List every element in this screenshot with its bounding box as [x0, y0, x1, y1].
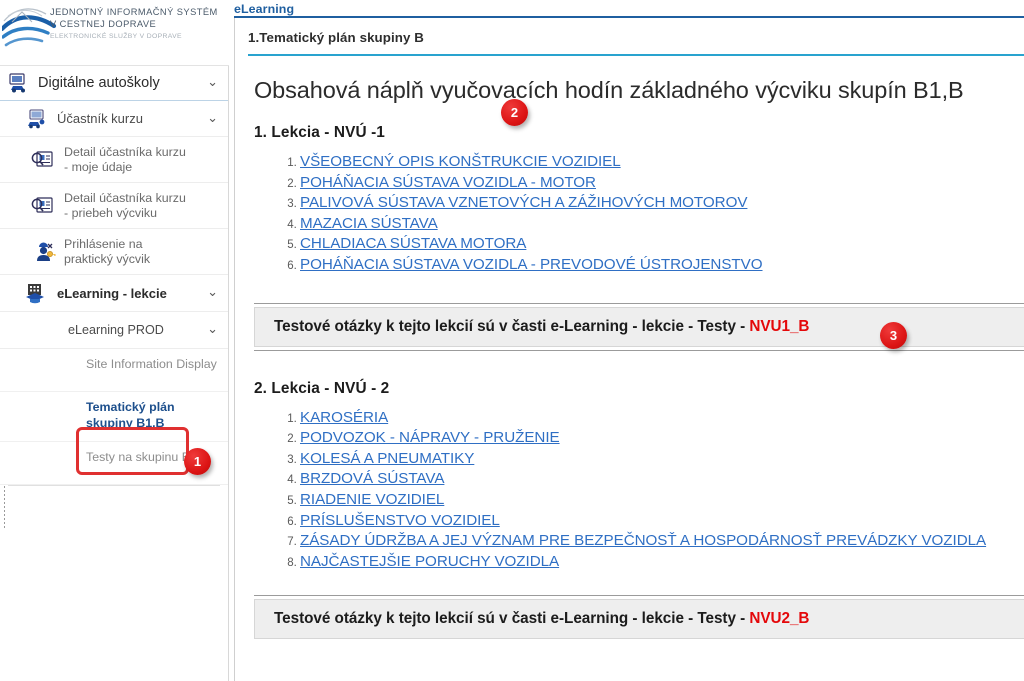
- lesson-link[interactable]: CHLADIACA SÚSTAVA MOTORA: [300, 235, 526, 252]
- lesson-link[interactable]: POHÁŇACIA SÚSTAVA VOZIDLA - MOTOR: [300, 174, 596, 191]
- test-info-text: Testové otázky k tejto lekcií sú v časti…: [274, 317, 750, 335]
- list-item: RIADENIE VOZIDIEL: [300, 491, 1024, 512]
- sidebar-divider: [8, 485, 220, 486]
- page-title: 1.Tematický plán skupiny B: [248, 30, 425, 45]
- annotation-badge-3: 3: [880, 322, 907, 349]
- list-item: MAZACIA SÚSTAVA: [300, 215, 1024, 236]
- content-panel: 1.Tematický plán skupiny B Obsahová nápl…: [234, 18, 1024, 681]
- chevron-down-icon[interactable]: ⌄: [207, 75, 218, 88]
- worker-key-icon: [26, 241, 60, 263]
- chevron-down-icon[interactable]: ⌄: [207, 322, 218, 335]
- list-item: KOLESÁ A PNEUMATIKY: [300, 450, 1024, 471]
- lesson-link[interactable]: NAJČASTEJŠIE PORUCHY VOZIDLA: [300, 553, 559, 570]
- sidebar-item-detail-moje-udaje[interactable]: Detail účastníka kurzu - moje údaje: [0, 137, 228, 183]
- sidebar-item-label: Účastník kurzu: [57, 111, 143, 126]
- application-window: JEDNOTNÝ INFORMAČNÝ SYSTÉM V CESTNEJ DOP…: [0, 0, 1024, 681]
- sidebar-item-site-information-display[interactable]: Site Information Display: [0, 349, 228, 392]
- lesson-link-list: KAROSÉRIA PODVOZOK - NÁPRAVY - PRUŽENIE …: [254, 409, 1024, 574]
- sidebar-item-detail-priebeh-vycviku[interactable]: Detail účastníka kurzu - priebeh výcviku: [0, 183, 228, 229]
- test-info-bar: Testové otázky k tejto lekcií sú v časti…: [254, 306, 1024, 347]
- sidebar-item-ucastnik-kurzu[interactable]: Účastník kurzu ⌄: [0, 101, 228, 137]
- document-body: Obsahová náplň vyučovacích hodín základn…: [235, 77, 1024, 640]
- id-card-search-icon: [26, 195, 60, 217]
- sidebar-item-digitalne-autoskoly[interactable]: Digitálne autoškoly ⌄: [0, 66, 228, 101]
- sidebar-item-tematicky-plan-skupiny-b1b[interactable]: Tematický plán skupiny B1,B: [0, 392, 228, 442]
- lesson-link[interactable]: KAROSÉRIA: [300, 409, 388, 426]
- id-card-search-icon: [26, 149, 60, 171]
- list-item: KAROSÉRIA: [300, 409, 1024, 430]
- test-code: NVU2_B: [749, 610, 810, 628]
- sidebar-item-label: Detail účastníka kurzu - priebeh výcviku: [64, 190, 186, 220]
- sidebar: JEDNOTNÝ INFORMAČNÝ SYSTÉM V CESTNEJ DOP…: [0, 0, 229, 681]
- sidebar-item-label: Detail účastníka kurzu - moje údaje: [64, 144, 186, 174]
- tab-bar: eLearning: [229, 0, 1024, 18]
- divider: [254, 302, 1024, 304]
- list-item: POHÁŇACIA SÚSTAVA VOZIDLA - PREVODOVÉ ÚS…: [300, 256, 1024, 277]
- lesson-link[interactable]: BRZDOVÁ SÚSTAVA: [300, 470, 444, 487]
- sidebar-item-label: Tematický plán skupiny B1,B: [86, 400, 175, 430]
- logo-area: JEDNOTNÝ INFORMAČNÝ SYSTÉM V CESTNEJ DOP…: [0, 0, 229, 66]
- logo-line-3: ELEKTRONICKÉ SLUŽBY V DOPRAVE: [50, 33, 182, 40]
- sidebar-item-label: eLearning PROD: [68, 323, 164, 337]
- divider: [254, 349, 1024, 351]
- logo-line-1: JEDNOTNÝ INFORMAČNÝ SYSTÉM: [50, 7, 218, 17]
- sidebar-item-label: Prihlásenie na praktický výcvik: [64, 236, 151, 266]
- testbar-group: Testové otázky k tejto lekcií sú v časti…: [254, 302, 1024, 351]
- lesson-link[interactable]: VŠEOBECNÝ OPIS KONŠTRUKCIE VOZIDIEL: [300, 153, 621, 170]
- annotation-badge-1: 1: [184, 448, 211, 475]
- title-rule: [248, 54, 1024, 56]
- test-code: NVU1_B: [749, 317, 810, 335]
- chevron-down-icon[interactable]: ⌄: [207, 111, 218, 124]
- lesson-link[interactable]: POHÁŇACIA SÚSTAVA VOZIDLA - PREVODOVÉ ÚS…: [300, 256, 763, 273]
- sidebar-item-label: Digitálne autoškoly: [38, 75, 160, 91]
- lesson-link[interactable]: RIADENIE VOZIDIEL: [300, 491, 444, 508]
- logo-text: JEDNOTNÝ INFORMAČNÝ SYSTÉM V CESTNEJ DOP…: [50, 7, 218, 42]
- lesson-link[interactable]: PODVOZOK - NÁPRAVY - PRUŽENIE: [300, 429, 560, 446]
- chevron-down-icon[interactable]: ⌄: [207, 285, 218, 298]
- lesson-link[interactable]: ZÁSADY ÚDRŽBA A JEJ VÝZNAM PRE BEZPEČNOS…: [300, 532, 986, 549]
- logo-line-2: V CESTNEJ DOPRAVE: [50, 18, 157, 29]
- list-item: PALIVOVÁ SÚSTAVA VZNETOVÝCH A ZÁŽIHOVÝCH…: [300, 194, 1024, 215]
- list-item: PRÍSLUŠENSTVO VOZIDIEL: [300, 512, 1024, 533]
- lesson-link[interactable]: KOLESÁ A PNEUMATIKY: [300, 450, 474, 467]
- test-info-text: Testové otázky k tejto lekcií sú v časti…: [274, 610, 750, 628]
- list-item: PODVOZOK - NÁPRAVY - PRUŽENIE: [300, 429, 1024, 450]
- lesson-link[interactable]: PRÍSLUŠENSTVO VOZIDIEL: [300, 512, 500, 529]
- list-item: VŠEOBECNÝ OPIS KONŠTRUKCIE VOZIDIEL: [300, 153, 1024, 174]
- tab-elearning[interactable]: eLearning: [234, 1, 294, 16]
- car-monitor-icon: [4, 73, 34, 93]
- test-info-bar: Testové otázky k tejto lekcií sú v časti…: [254, 599, 1024, 640]
- computer-user-icon: [22, 108, 52, 129]
- annotation-badge-2: 2: [501, 99, 528, 126]
- list-item: POHÁŇACIA SÚSTAVA VOZIDLA - MOTOR: [300, 174, 1024, 195]
- section-heading: 1. Lekcia - NVÚ -1: [254, 124, 385, 141]
- testbar-group: Testové otázky k tejto lekcií sú v časti…: [254, 595, 1024, 640]
- lesson-link[interactable]: MAZACIA SÚSTAVA: [300, 215, 438, 232]
- lesson-link[interactable]: PALIVOVÁ SÚSTAVA VZNETOVÝCH A ZÁŽIHOVÝCH…: [300, 194, 747, 211]
- sidebar-item-elearning-lekcie[interactable]: eLearning - lekcie ⌄: [0, 275, 228, 312]
- list-item: NAJČASTEJŠIE PORUCHY VOZIDLA: [300, 553, 1024, 574]
- sidebar-item-prihlasenie-prakticky-vycvik[interactable]: Prihlásenie na praktický výcvik: [0, 229, 228, 275]
- divider: [254, 595, 1024, 597]
- list-item: BRZDOVÁ SÚSTAVA: [300, 470, 1024, 491]
- lesson-link-list: VŠEOBECNÝ OPIS KONŠTRUKCIE VOZIDIEL POHÁ…: [254, 153, 1024, 277]
- sidebar-item-label: Site Information Display: [86, 357, 217, 371]
- sidebar-item-label: eLearning - lekcie: [57, 285, 167, 301]
- list-item: CHLADIACA SÚSTAVA MOTORA: [300, 235, 1024, 256]
- building-graduation-icon: [22, 282, 52, 304]
- sidebar-item-elearning-prod[interactable]: eLearning PROD ⌄: [0, 312, 228, 349]
- document-heading: Obsahová náplň vyučovacích hodín základn…: [254, 77, 964, 103]
- list-item: ZÁSADY ÚDRŽBA A JEJ VÝZNAM PRE BEZPEČNOS…: [300, 532, 1024, 553]
- section-heading: 2. Lekcia - NVÚ - 2: [254, 379, 390, 397]
